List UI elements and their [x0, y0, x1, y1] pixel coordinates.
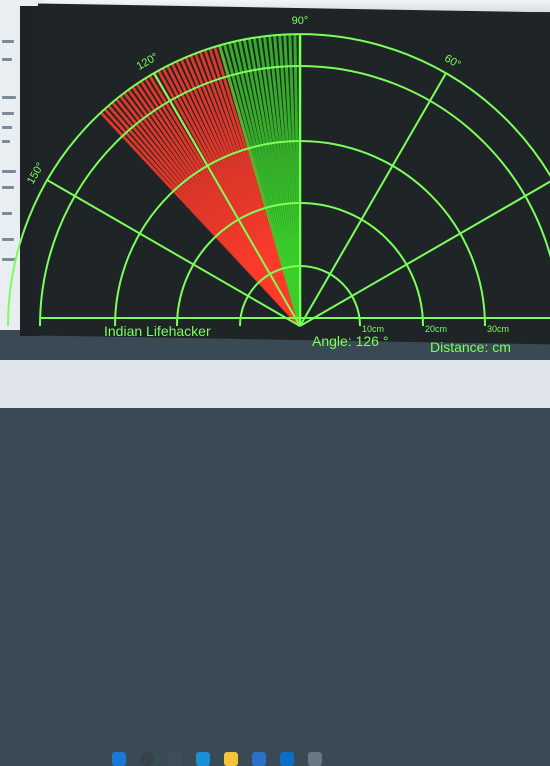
- file-explorer-icon[interactable]: [224, 752, 238, 766]
- radar-display: 30°60°90°120°150°10cm20cm30cm40cm Indian…: [7, 15, 550, 355]
- angle-line: [299, 72, 447, 327]
- angle-readout: Angle: 126 °: [312, 333, 388, 349]
- task-view-icon[interactable]: [168, 752, 182, 766]
- radar-sectors: [99, 34, 302, 328]
- edge-icon[interactable]: [196, 752, 210, 766]
- windows-start-icon[interactable]: [112, 752, 126, 766]
- angle-label: 90°: [292, 15, 309, 27]
- angle-line: [299, 180, 550, 327]
- settings-icon[interactable]: [308, 752, 322, 766]
- distance-label: Distance:: [430, 339, 492, 355]
- range-label: 30cm: [487, 324, 509, 334]
- windows-taskbar: [0, 360, 550, 766]
- brand-label: Indian Lifehacker: [104, 323, 211, 339]
- angle-label: 120°: [135, 51, 161, 73]
- store-icon[interactable]: [252, 752, 266, 766]
- range-label: 20cm: [425, 324, 447, 334]
- search-icon[interactable]: [140, 752, 154, 766]
- angle-label: 150°: [25, 161, 47, 187]
- mail-icon[interactable]: [280, 752, 294, 766]
- distance-readout: Distance: cm: [430, 339, 511, 355]
- angle-label: 60°: [442, 53, 462, 72]
- distance-unit: cm: [492, 339, 511, 355]
